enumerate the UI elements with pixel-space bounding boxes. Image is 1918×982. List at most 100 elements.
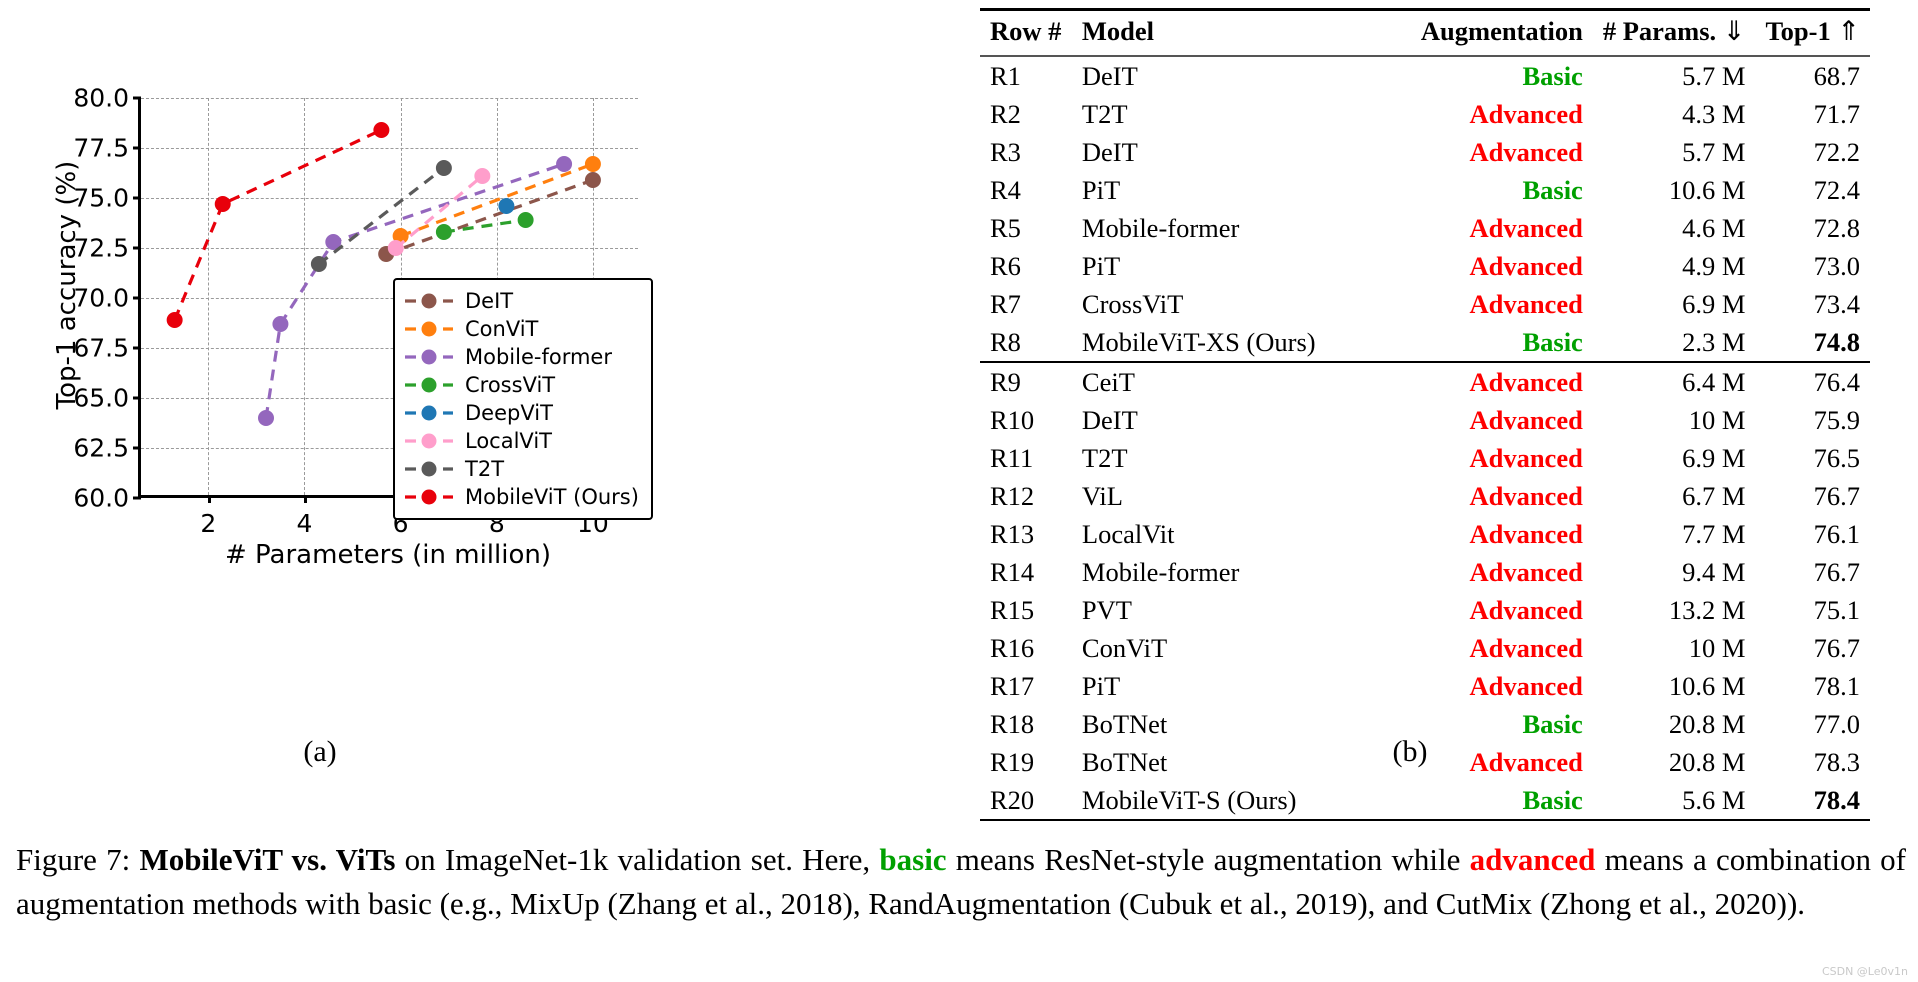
series-line [400, 162, 594, 238]
cell-row-number-value: R18 [990, 708, 1035, 739]
y-tick-label: 67.5 [73, 333, 129, 363]
cell-model-value: PiT [1081, 670, 1121, 701]
cell-augmentation-value: Basic [1522, 708, 1583, 739]
x-tick-label: 2 [200, 509, 217, 538]
y-tick-label: 70.0 [73, 283, 129, 313]
cell-model: T2T [1072, 95, 1388, 133]
legend-marker-icon [403, 346, 455, 368]
table-row: R20 MobileViT-S (Ours) Basic 5.6 M 78.4 [980, 781, 1870, 821]
series-line [443, 218, 526, 234]
cell-params: 9.4 M [1593, 553, 1756, 591]
data-point [166, 312, 183, 328]
cell-top1: 76.7 [1755, 553, 1870, 591]
cell-augmentation: Advanced [1388, 401, 1593, 439]
cell-augmentation-value: Advanced [1469, 442, 1583, 473]
cell-augmentation: Advanced [1388, 591, 1593, 629]
cell-augmentation: Advanced [1388, 285, 1593, 323]
cell-top1: 72.8 [1755, 209, 1870, 247]
cell-row-number-value: R7 [990, 288, 1021, 319]
cell-params-value: 2.3 M [1682, 326, 1746, 357]
table-row: R11 T2T Advanced 6.9 M 76.5 [980, 439, 1870, 477]
legend-item: DeIT [403, 287, 639, 315]
cell-augmentation: Advanced [1388, 477, 1593, 515]
cell-augmentation: Advanced [1388, 209, 1593, 247]
caption-segment: basic [879, 842, 947, 877]
legend-item: Mobile-former [403, 343, 639, 371]
cell-top1-value: 73.0 [1813, 250, 1860, 281]
cell-params-value: 5.7 M [1682, 60, 1746, 91]
table-row: R14 Mobile-former Advanced 9.4 M 76.7 [980, 553, 1870, 591]
legend-marker-icon [403, 374, 455, 396]
cell-augmentation-value: Basic [1522, 326, 1583, 357]
table-row: R6 PiT Advanced 4.9 M 73.0 [980, 247, 1870, 285]
watermark: CSDN @Le0v1n [1821, 965, 1908, 978]
table-row: R4 PiT Basic 10.6 M 72.4 [980, 171, 1870, 209]
cell-top1-value: 72.2 [1813, 136, 1860, 167]
cell-model: ConViT [1072, 629, 1388, 667]
cell-model-value: ViL [1081, 480, 1123, 511]
cell-model-value: CeiT [1081, 366, 1135, 397]
data-point [556, 156, 573, 172]
x-tick-label: 4 [296, 509, 313, 538]
cell-top1: 74.8 [1755, 323, 1870, 362]
cell-row-number-value: R11 [990, 442, 1034, 473]
cell-model-value: T2T [1081, 98, 1128, 129]
table-row: R13 LocalVit Advanced 7.7 M 76.1 [980, 515, 1870, 553]
data-point [584, 156, 601, 172]
cell-model: DeIT [1071, 55, 1388, 95]
cell-row-number-value: R8 [990, 326, 1021, 357]
chart-legend: DeIT ConViT Mobile-former CrossViT DeepViT Lo… [393, 278, 653, 520]
cell-row-number-value: R20 [990, 784, 1035, 815]
cell-augmentation-value: Advanced [1469, 288, 1583, 319]
cell-augmentation: Advanced [1388, 439, 1593, 477]
figure-top-area: Top-1 accuracy (%) 60.0 62.5 65.0 67.5 70.0 7… [0, 0, 1918, 821]
cell-model-value: T2T [1081, 442, 1128, 473]
cell-augmentation: Advanced [1388, 629, 1593, 667]
legend-label: T2T [465, 457, 505, 481]
cell-params-value: 10.6 M [1668, 174, 1746, 205]
legend-label: DeepViT [465, 401, 553, 425]
cell-top1-value: 74.8 [1813, 326, 1860, 357]
cell-row-number: R14 [980, 553, 1072, 591]
caption-segment: on ImageNet-1k validation set. Here, [395, 842, 880, 877]
caption-segment: MobileViT vs. ViTs [139, 842, 396, 877]
col-header-top1: Top-1 ⇑ [1755, 8, 1870, 56]
cell-row-number-value: R14 [990, 556, 1035, 587]
cell-row-number-value: R6 [990, 250, 1021, 281]
cell-params-value: 4.9 M [1682, 250, 1746, 281]
cell-params-value: 5.6 M [1682, 784, 1746, 815]
cell-top1: 73.0 [1755, 247, 1870, 285]
legend-marker-icon [403, 486, 455, 508]
chart-panel-a: Top-1 accuracy (%) 60.0 62.5 65.0 67.5 70.0 7… [0, 0, 960, 820]
cell-params: 6.7 M [1593, 477, 1756, 515]
cell-top1-value: 72.4 [1813, 174, 1860, 205]
cell-params: 2.3 M [1593, 323, 1756, 362]
legend-label: ConViT [465, 317, 539, 341]
y-tick-mark [133, 246, 141, 250]
legend-label: MobileViT (Ours) [465, 485, 639, 509]
table-row: R15 PVT Advanced 13.2 M 75.1 [980, 591, 1870, 629]
cell-row-number-value: R17 [990, 670, 1035, 701]
legend-label: CrossViT [465, 373, 556, 397]
cell-params: 5.7 M [1592, 55, 1756, 95]
legend-label: LocalViT [465, 429, 552, 453]
cell-row-number: R2 [980, 95, 1072, 133]
cell-params: 10 M [1593, 401, 1756, 439]
cell-top1: 73.4 [1755, 285, 1870, 323]
cell-model-value: DeIT [1081, 60, 1138, 91]
cell-row-number: R3 [980, 133, 1072, 171]
cell-top1: 78.4 [1755, 781, 1870, 821]
cell-model: MobileViT-XS (Ours) [1072, 323, 1388, 362]
col-header-row-number: Row # [980, 8, 1072, 56]
table-head: Row # Model Augmentation # Params. ⇓ Top… [980, 8, 1870, 56]
y-tick-label: 65.0 [73, 383, 129, 413]
series-line [385, 178, 594, 256]
cell-row-number-value: R12 [990, 480, 1035, 511]
cell-model: LocalVit [1072, 515, 1388, 553]
cell-row-number: R13 [980, 515, 1072, 553]
cell-params-value: 4.6 M [1682, 212, 1746, 243]
cell-row-number-value: R4 [990, 174, 1021, 205]
cell-params-value: 13.2 M [1668, 594, 1746, 625]
cell-row-number: R11 [980, 439, 1072, 477]
x-axis-label: # Parameters (in million) [225, 540, 551, 570]
